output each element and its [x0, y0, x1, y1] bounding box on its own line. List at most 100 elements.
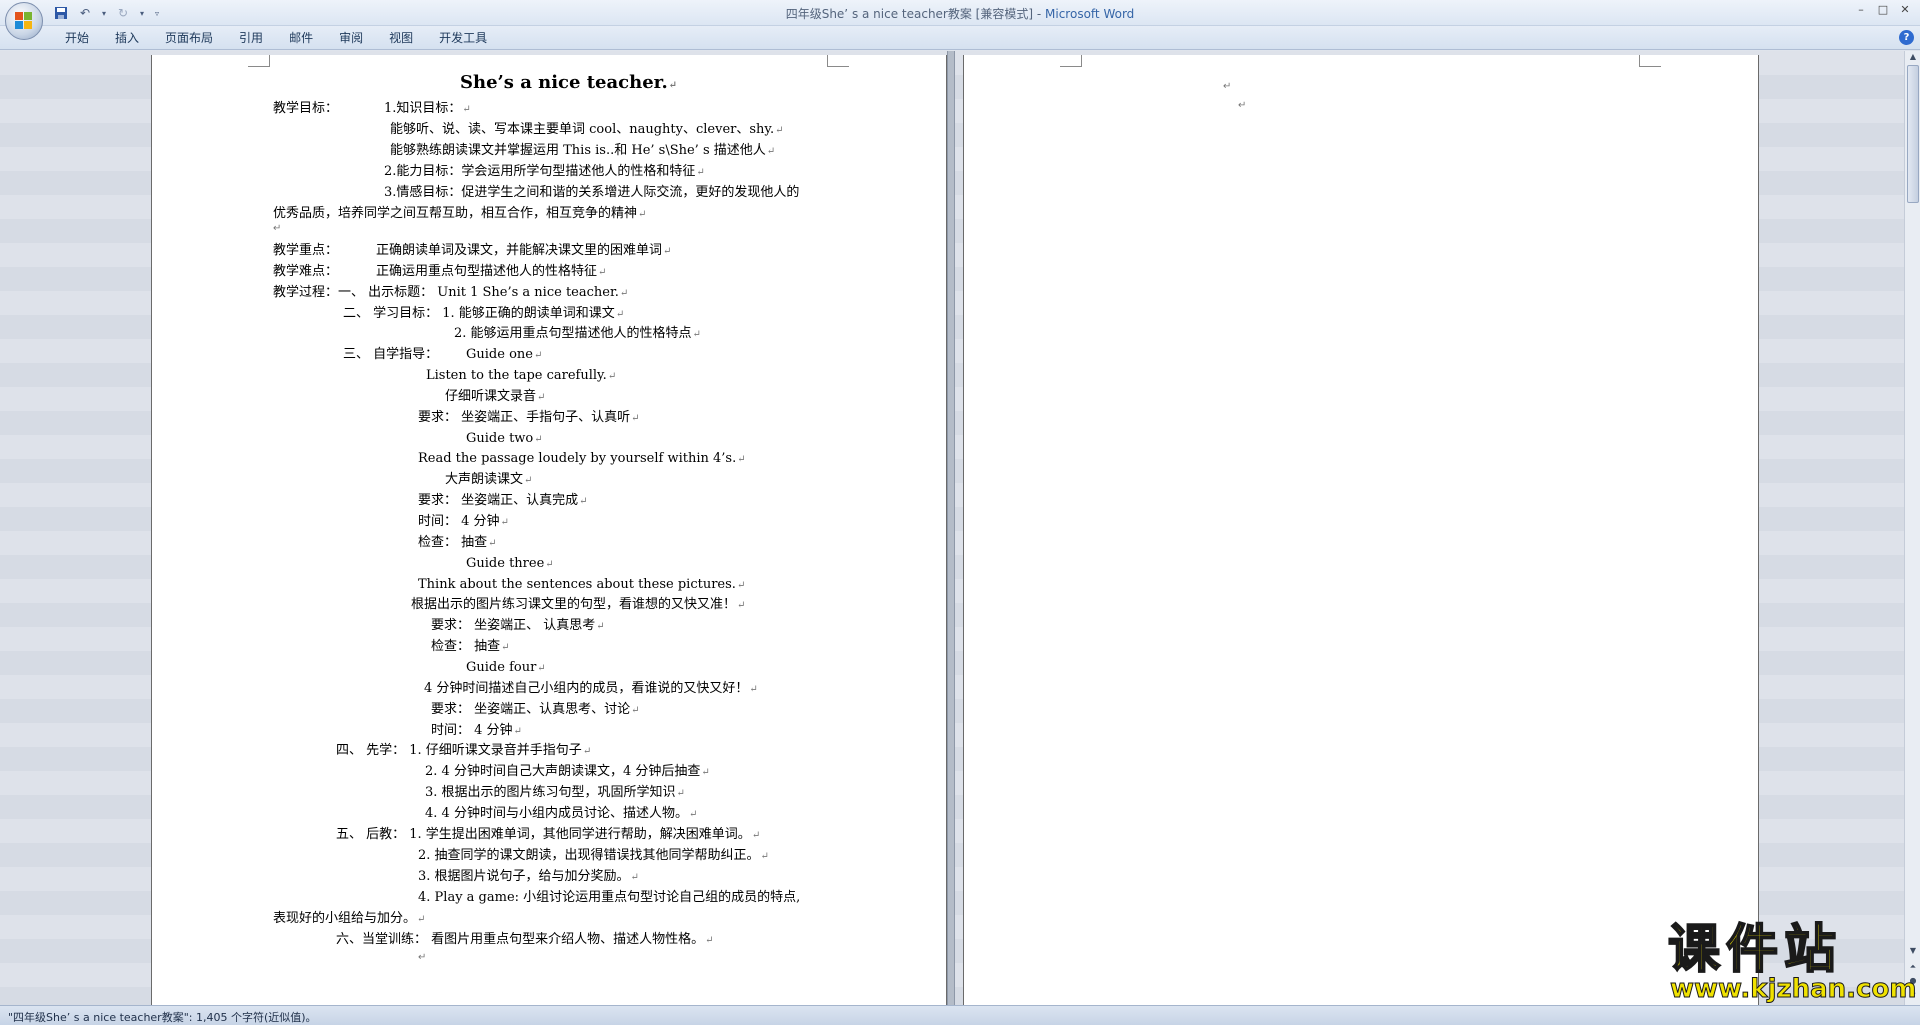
text: 二、 学习目标： 1. 能够正确的朗读单词和课文	[343, 306, 615, 321]
paragraph: 3. 根据图片说句子，给与加分奖励。↵	[418, 869, 639, 884]
text: 1.知识目标：	[384, 101, 462, 116]
scrollbar-thumb[interactable]	[1907, 65, 1919, 203]
paragraph: Guide one↵	[466, 347, 543, 362]
watermark-url: www.kjzhan.com	[1669, 974, 1917, 1005]
text: Think about the sentences about these pi…	[418, 577, 736, 592]
document-title-line: She’s a nice teacher.↵	[460, 72, 678, 93]
status-bar: "四年级She’ s a nice teacher教案": 1,405 个字符(…	[0, 1005, 1920, 1025]
paragraph: 三、 自学指导：	[343, 347, 438, 363]
text: 教学目标：	[273, 101, 339, 116]
paragraph: Guide two↵	[466, 431, 543, 446]
paragraph: 要求： 坐姿端正、认真完成↵	[418, 493, 588, 508]
tab-developer[interactable]: 开发工具	[426, 29, 500, 47]
document-title: 四年级She’ s a nice teacher教案 [兼容模式] -	[785, 7, 1046, 21]
paragraph: 根据出示的图片练习课文里的句型，看谁想的又快又准！↵	[411, 597, 746, 612]
text: 3. 根据图片说句子，给与加分奖励。	[418, 869, 630, 884]
tab-page-layout[interactable]: 页面布局	[152, 29, 226, 47]
customize-qat-icon[interactable]: ▿	[152, 4, 162, 22]
text: Guide three	[466, 556, 545, 571]
text: 正确运用重点句型描述他人的性格特征	[376, 264, 598, 279]
text: 时间： 4 分钟	[418, 514, 500, 529]
undo-icon[interactable]: ↶	[76, 4, 94, 22]
restore-icon[interactable]: □	[1872, 0, 1894, 18]
word-count-status[interactable]: "四年级She’ s a nice teacher教案": 1,405 个字符(…	[8, 1009, 317, 1025]
text: 4 分钟时间描述自己小组内的成员，看谁说的又快又好！	[424, 681, 749, 696]
paragraph: 检查： 抽查↵	[418, 535, 497, 550]
scroll-up-icon[interactable]: ▲	[1907, 51, 1919, 63]
paragraph-mark: ↵	[1223, 81, 1232, 92]
paragraph: 2. 能够运用重点句型描述他人的性格特点↵	[454, 326, 701, 341]
paragraph: 正确朗读单词及课文，并能解决课文里的困难单词↵	[376, 243, 672, 258]
word-window: ↶ ▾ ↻ ▾ ▿ 四年级She’ s a nice teacher教案 [兼容…	[0, 0, 1920, 1025]
text: 检查： 抽查	[431, 639, 501, 654]
text: 要求： 坐姿端正、手指句子、认真听	[418, 410, 631, 425]
quick-access-toolbar: ↶ ▾ ↻ ▾ ▿	[52, 3, 162, 23]
tab-view[interactable]: 视图	[376, 29, 426, 47]
text: 2. 抽查同学的课文朗读，出现得错误找其他同学帮助纠正。	[418, 848, 760, 863]
paragraph: Read the passage loudely by yourself wit…	[418, 451, 746, 466]
paragraph: 四、 先学： 1. 仔细听课文录音并手指句子↵	[336, 743, 592, 758]
paragraph: 时间： 4 分钟↵	[431, 723, 522, 738]
margin-corner	[827, 55, 849, 67]
paragraph: Guide four↵	[466, 660, 546, 675]
scroll-down-icon[interactable]: ▼	[1907, 945, 1919, 957]
text: 4. 4 分钟时间与小组内成员讨论、描述人物。	[425, 806, 688, 821]
document-workspace: She’s a nice teacher.↵ 教学目标： 1.知识目标：↵ 能够…	[0, 51, 1904, 1005]
text: 大声朗读课文	[445, 472, 524, 487]
text: 要求： 坐姿端正、认真完成	[418, 493, 579, 508]
previous-page-icon[interactable]: ⏶	[1907, 961, 1919, 973]
text: 时间： 4 分钟	[431, 723, 513, 738]
vertical-scrollbar[interactable]: ▲ ▼ ⏶ ● ⏷	[1904, 51, 1920, 1005]
redo-icon[interactable]: ↻	[114, 4, 132, 22]
text: Guide four	[466, 660, 537, 675]
paragraph: 教学重点：	[273, 243, 338, 259]
text: 3. 根据出示的图片练习句型，巩固所学知识	[425, 785, 676, 800]
office-logo-icon	[15, 12, 33, 30]
paragraph-mark: ↵	[273, 223, 282, 234]
title-text: She’s a nice teacher.	[460, 72, 668, 93]
tab-home[interactable]: 开始	[52, 29, 102, 47]
text: 3.情感目标：促进学生之间和谐的关系增进人际交流，更好的发现他人的	[384, 185, 800, 200]
paragraph: 要求： 坐姿端正、 认真思考↵	[431, 618, 605, 633]
watermark-title: 课件站	[1667, 920, 1843, 980]
text: 四、 先学： 1. 仔细听课文录音并手指句子	[336, 743, 582, 758]
text: 五、 后教： 1. 学生提出困难单词，其他同学进行帮助，解决困难单词。	[336, 827, 751, 842]
tab-mailings[interactable]: 邮件	[276, 29, 326, 47]
paragraph: Listen to the tape carefully.↵	[426, 368, 617, 383]
document-page[interactable]: ↵ ↵	[963, 55, 1759, 1005]
save-icon[interactable]	[52, 4, 70, 22]
paragraph: 4. 4 分钟时间与小组内成员讨论、描述人物。↵	[425, 806, 698, 821]
text: 优秀品质，培养同学之间互帮互助，相互合作，相互竞争的精神	[273, 206, 638, 221]
tab-review[interactable]: 审阅	[326, 29, 376, 47]
undo-dropdown-icon[interactable]: ▾	[100, 4, 108, 22]
close-icon[interactable]: ✕	[1894, 0, 1916, 18]
text: 根据出示的图片练习课文里的句型，看谁想的又快又准！	[411, 597, 737, 612]
text: 2. 4 分钟时间自己大声朗读课文，4 分钟后抽查	[425, 764, 701, 779]
help-icon[interactable]: ?	[1899, 30, 1914, 45]
text: 教学过程：一、 出示标题： Unit 1 She’s a nice teache…	[273, 285, 619, 300]
office-button[interactable]	[5, 2, 43, 40]
paragraph: 要求： 坐姿端正、手指句子、认真听↵	[418, 410, 640, 425]
paragraph: 教学过程：一、 出示标题： Unit 1 She’s a nice teache…	[273, 285, 629, 300]
minimize-icon[interactable]: –	[1850, 0, 1872, 18]
text: Guide one	[466, 347, 533, 362]
text: 2. 能够运用重点句型描述他人的性格特点	[454, 326, 692, 341]
text: 4. Play a game: 小组讨论运用重点句型讨论自己组的成员的特点,	[418, 890, 801, 905]
text: 能够熟练朗读课文并掌握运用 This is..和 He’ s\She’ s 描述…	[390, 143, 766, 158]
document-page[interactable]: She’s a nice teacher.↵ 教学目标： 1.知识目标： ↵ 能够…	[151, 55, 947, 1005]
paragraph: 2. 4 分钟时间自己大声朗读课文，4 分钟后抽查↵	[425, 764, 710, 779]
window-controls: – □ ✕	[1850, 0, 1916, 18]
paragraph: 教学难点：	[273, 264, 338, 280]
text: 六、当堂训练： 看图片用重点句型来介绍人物、描述人物性格。	[336, 932, 705, 947]
watermark-logo: 课件站 www.kjzhan.com	[1667, 920, 1917, 1005]
margin-corner	[1639, 55, 1661, 67]
tab-insert[interactable]: 插入	[102, 29, 152, 47]
paragraph: 大声朗读课文↵	[445, 472, 533, 487]
text: 正确朗读单词及课文，并能解决课文里的困难单词	[376, 243, 663, 258]
text: 检查： 抽查	[418, 535, 488, 550]
redo-dropdown-icon[interactable]: ▾	[138, 4, 146, 22]
margin-corner	[1060, 55, 1082, 67]
paragraph: 二、 学习目标： 1. 能够正确的朗读单词和课文↵	[343, 306, 625, 321]
text: 教学重点：	[273, 243, 339, 258]
tab-references[interactable]: 引用	[226, 29, 276, 47]
